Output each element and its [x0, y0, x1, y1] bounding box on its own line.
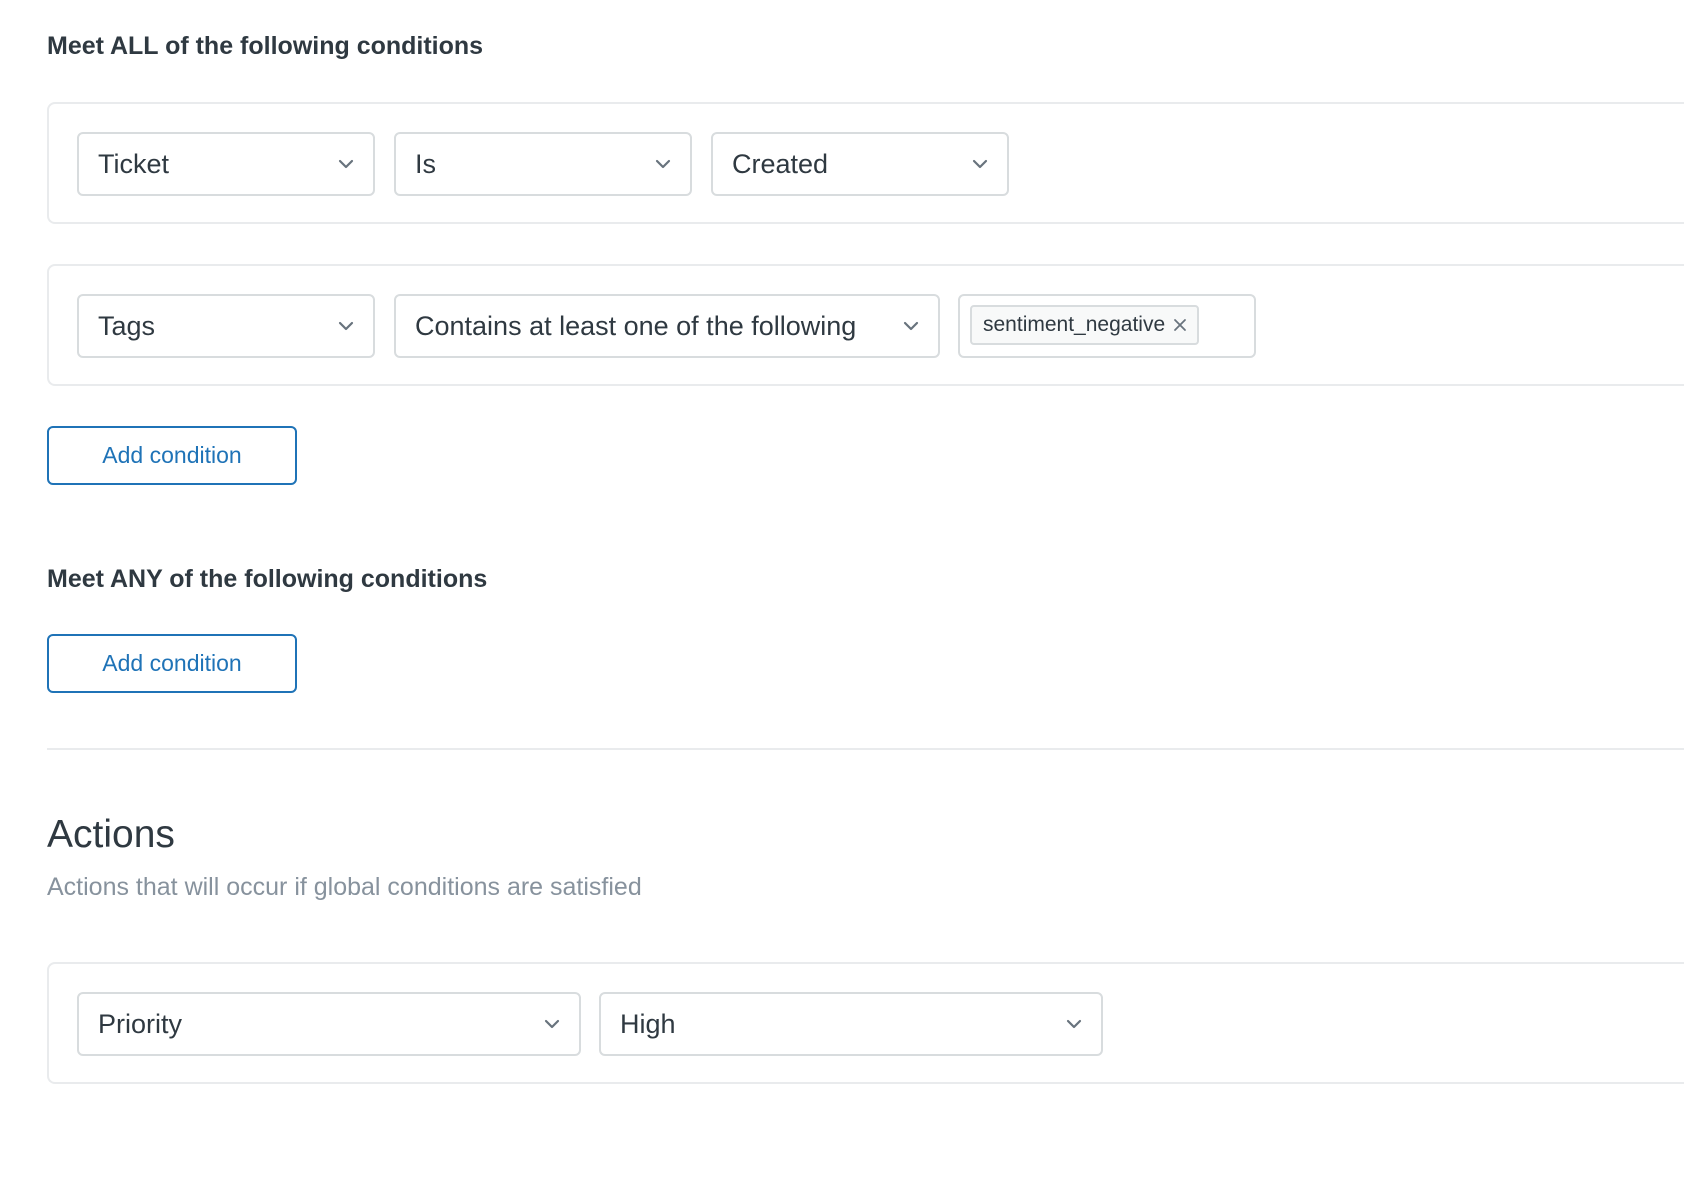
chevron-down-icon [338, 159, 354, 169]
section-divider [47, 748, 1684, 750]
select-value: High [620, 1008, 676, 1039]
all-conditions-heading: Meet ALL of the following conditions [47, 32, 484, 60]
condition-row: Tags Contains at least one of the follow… [47, 264, 1684, 386]
chevron-down-icon [903, 321, 919, 331]
any-conditions-heading: Meet ANY of the following conditions [47, 565, 488, 593]
chevron-down-icon [1066, 1019, 1082, 1029]
tag-label: sentiment_negative [983, 313, 1166, 336]
select-value: Ticket [98, 148, 170, 179]
action-row: Priority High [47, 962, 1684, 1084]
close-icon[interactable] [1173, 318, 1187, 332]
select-value: Created [732, 148, 829, 179]
condition-row: Ticket Is Created [47, 102, 1684, 224]
select-value: Priority [98, 1008, 183, 1039]
actions-title: Actions [47, 813, 175, 856]
condition-operator-select[interactable]: Contains at least one of the following [394, 294, 940, 358]
tags-input[interactable]: sentiment_negative [958, 294, 1256, 358]
add-all-condition-button[interactable]: Add condition [47, 426, 297, 485]
select-value: Is [415, 148, 437, 179]
chevron-down-icon [544, 1019, 560, 1029]
condition-field-select[interactable]: Tags [77, 294, 375, 358]
actions-description: Actions that will occur if global condit… [47, 873, 642, 901]
select-value: Contains at least one of the following [415, 310, 857, 341]
condition-field-select[interactable]: Ticket [77, 132, 375, 196]
condition-operator-select[interactable]: Is [394, 132, 692, 196]
action-field-select[interactable]: Priority [77, 992, 581, 1056]
chevron-down-icon [655, 159, 671, 169]
add-any-condition-button[interactable]: Add condition [47, 634, 297, 693]
condition-value-select[interactable]: Created [711, 132, 1009, 196]
chevron-down-icon [972, 159, 988, 169]
action-value-select[interactable]: High [599, 992, 1103, 1056]
tag-chip: sentiment_negative [970, 305, 1200, 345]
select-value: Tags [98, 310, 156, 341]
chevron-down-icon [338, 321, 354, 331]
